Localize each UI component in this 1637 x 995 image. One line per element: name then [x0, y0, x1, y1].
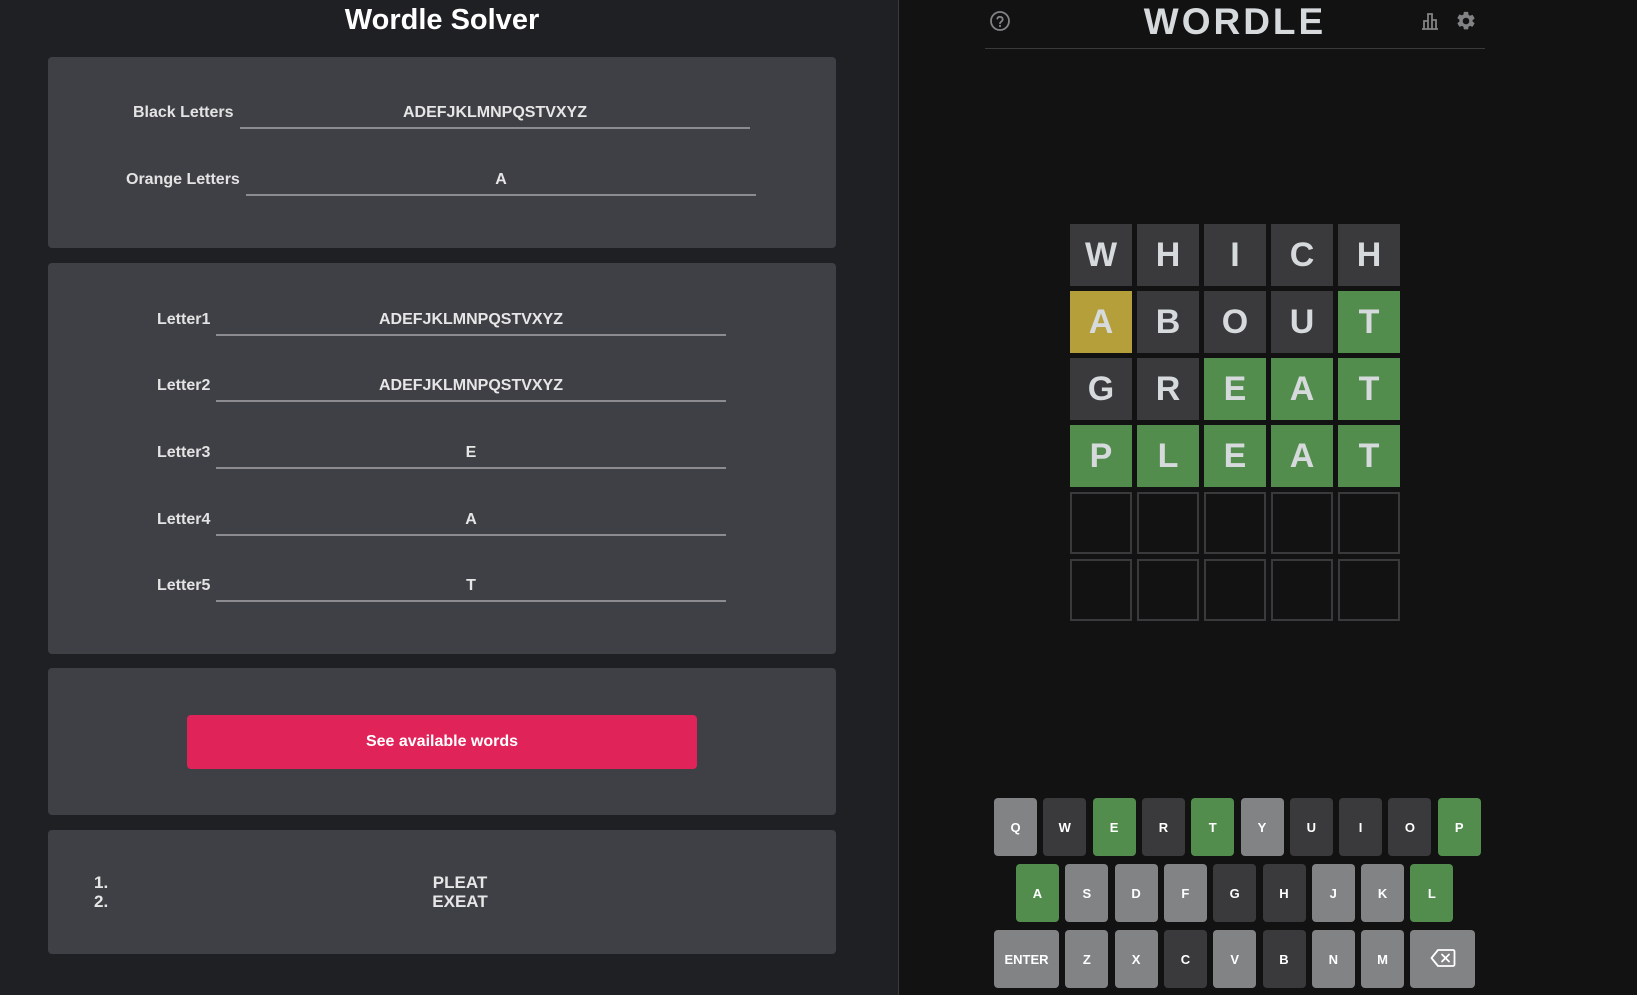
- key-o[interactable]: O: [1388, 798, 1432, 856]
- key-h[interactable]: H: [1262, 864, 1306, 922]
- board-tile: A: [1271, 358, 1333, 420]
- letter5-input[interactable]: [216, 572, 726, 602]
- bar-chart-icon[interactable]: [1419, 10, 1441, 32]
- solver-title: Wordle Solver: [344, 4, 540, 36]
- key-g[interactable]: G: [1213, 864, 1257, 922]
- letter-positions-card: Letter1 Letter2 Letter3 Letter4 Letter5: [48, 263, 836, 654]
- letter4-input[interactable]: [216, 506, 726, 536]
- empty-tile: [1271, 492, 1333, 554]
- board-tile: R: [1137, 358, 1199, 420]
- letter1-input[interactable]: [216, 306, 726, 336]
- board-tile: U: [1271, 291, 1333, 353]
- key-q[interactable]: Q: [994, 798, 1037, 856]
- board-tile: L: [1137, 425, 1199, 487]
- board-tile: C: [1271, 224, 1333, 286]
- letter4-label: Letter4: [157, 511, 211, 528]
- empty-tile: [1137, 559, 1199, 621]
- backspace-icon: [1430, 948, 1456, 971]
- key-x[interactable]: X: [1114, 930, 1158, 988]
- key-p[interactable]: P: [1437, 798, 1481, 856]
- board-tile: G: [1070, 358, 1132, 420]
- wordle-game-panel: WORDLE WHICHABOUTGREATPLEAT QWERTYUIOPAS…: [899, 0, 1637, 995]
- empty-tile: [1070, 559, 1132, 621]
- board-tile: B: [1137, 291, 1199, 353]
- board-tile: H: [1338, 224, 1400, 286]
- board-tile: T: [1338, 291, 1400, 353]
- list-item: 2. EXEAT: [48, 892, 836, 911]
- empty-tile: [1271, 559, 1333, 621]
- empty-tile: [1338, 559, 1400, 621]
- board-tile: I: [1204, 224, 1266, 286]
- key-k[interactable]: K: [1361, 864, 1405, 922]
- key-enter[interactable]: ENTER: [994, 930, 1059, 988]
- board-tile: T: [1338, 425, 1400, 487]
- letter2-label: Letter2: [157, 377, 211, 394]
- board-tile: E: [1204, 425, 1266, 487]
- board-tile: A: [1070, 291, 1132, 353]
- letter2-input[interactable]: [216, 372, 726, 402]
- black-letters-label: Black Letters: [133, 104, 234, 121]
- key-r[interactable]: R: [1141, 798, 1185, 856]
- action-card: See available words: [48, 668, 836, 815]
- key-w[interactable]: W: [1043, 798, 1087, 856]
- orange-letters-input[interactable]: [246, 166, 756, 196]
- wordle-header: WORDLE: [985, 0, 1485, 49]
- letter3-input[interactable]: [216, 439, 726, 469]
- board-tile: A: [1271, 425, 1333, 487]
- key-s[interactable]: S: [1065, 864, 1109, 922]
- key-backspace[interactable]: [1410, 930, 1476, 988]
- list-item: 1. PLEAT: [48, 873, 836, 892]
- black-letters-input[interactable]: [240, 99, 750, 129]
- wordle-title: WORDLE: [1143, 1, 1327, 42]
- key-i[interactable]: I: [1339, 798, 1383, 856]
- key-n[interactable]: N: [1311, 930, 1355, 988]
- board-tile: O: [1204, 291, 1266, 353]
- empty-tile: [1137, 492, 1199, 554]
- key-l[interactable]: L: [1410, 864, 1454, 922]
- board-tile: W: [1070, 224, 1132, 286]
- key-f[interactable]: F: [1163, 864, 1207, 922]
- empty-tile: [1070, 492, 1132, 554]
- key-z[interactable]: Z: [1065, 930, 1109, 988]
- board-tile: E: [1204, 358, 1266, 420]
- key-t[interactable]: T: [1191, 798, 1235, 856]
- key-v[interactable]: V: [1213, 930, 1257, 988]
- board-tile: P: [1070, 425, 1132, 487]
- empty-tile: [1204, 559, 1266, 621]
- results-card: 1. PLEAT 2. EXEAT: [48, 830, 836, 954]
- key-c[interactable]: C: [1163, 930, 1207, 988]
- letter3-label: Letter3: [157, 444, 211, 461]
- solver-panel: Wordle Solver Black Letters Orange Lette…: [0, 0, 898, 995]
- letter5-label: Letter5: [157, 577, 211, 594]
- key-y[interactable]: Y: [1240, 798, 1284, 856]
- key-m[interactable]: M: [1361, 930, 1405, 988]
- board-tile: H: [1137, 224, 1199, 286]
- result-word: PLEAT: [432, 873, 488, 892]
- orange-letters-label: Orange Letters: [126, 171, 240, 188]
- letter1-label: Letter1: [157, 311, 211, 328]
- key-a[interactable]: A: [1016, 864, 1059, 922]
- empty-tile: [1204, 492, 1266, 554]
- board-tile: T: [1338, 358, 1400, 420]
- gear-icon[interactable]: [1455, 10, 1477, 32]
- key-e[interactable]: E: [1092, 798, 1136, 856]
- empty-tile: [1338, 492, 1400, 554]
- result-word: EXEAT: [432, 892, 488, 911]
- key-b[interactable]: B: [1262, 930, 1306, 988]
- key-d[interactable]: D: [1114, 864, 1158, 922]
- see-available-words-button[interactable]: See available words: [187, 715, 697, 769]
- key-u[interactable]: U: [1289, 798, 1333, 856]
- key-j[interactable]: J: [1311, 864, 1355, 922]
- excluded-letters-card: Black Letters Orange Letters: [48, 57, 836, 248]
